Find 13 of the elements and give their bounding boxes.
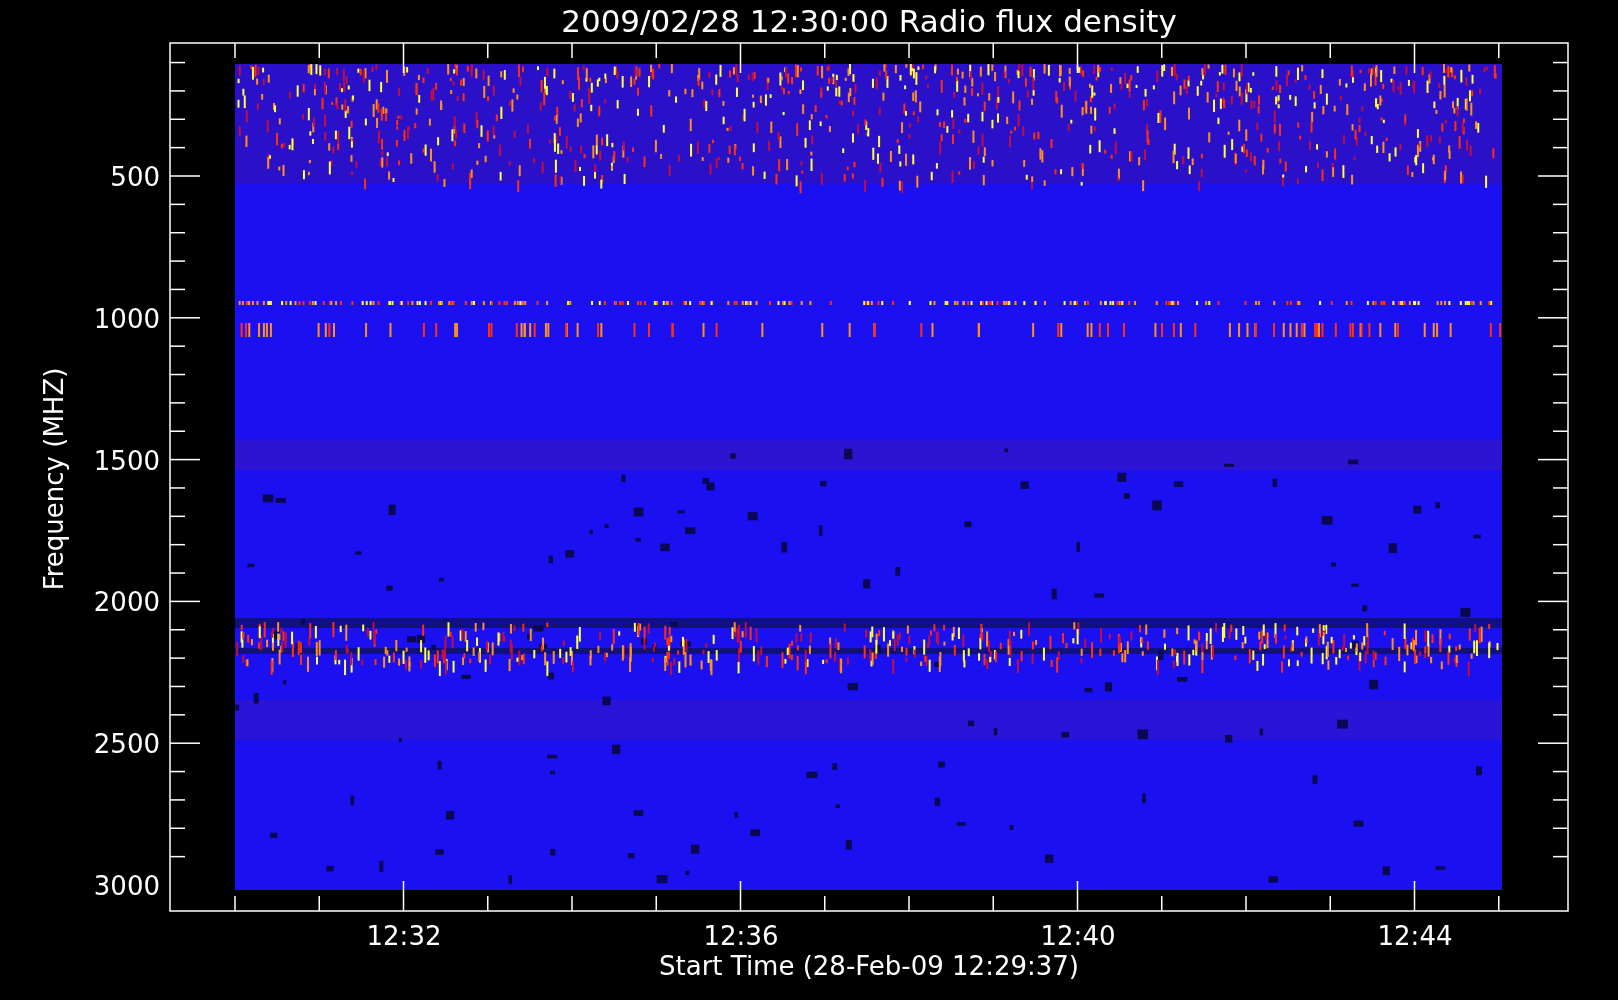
tick-label: 500 <box>110 162 160 192</box>
tick-label: 2000 <box>93 587 160 618</box>
axis-title: Frequency (MHZ) <box>39 367 69 591</box>
chart-title: 2009/02/28 12:30:00 Radio flux density <box>561 3 1177 39</box>
axis-title: Start Time (28-Feb-09 12:29:37) <box>659 951 1079 981</box>
tick-label: 2500 <box>93 729 160 760</box>
tick-label: 1500 <box>93 445 160 476</box>
tick-label: 12:44 <box>1377 921 1453 951</box>
tick-label: 12:32 <box>366 921 442 951</box>
tick-label: 1000 <box>93 303 160 334</box>
tick-label: 3000 <box>93 871 160 901</box>
tick-label: 12:36 <box>703 921 779 951</box>
tick-label: 12:40 <box>1040 921 1116 951</box>
